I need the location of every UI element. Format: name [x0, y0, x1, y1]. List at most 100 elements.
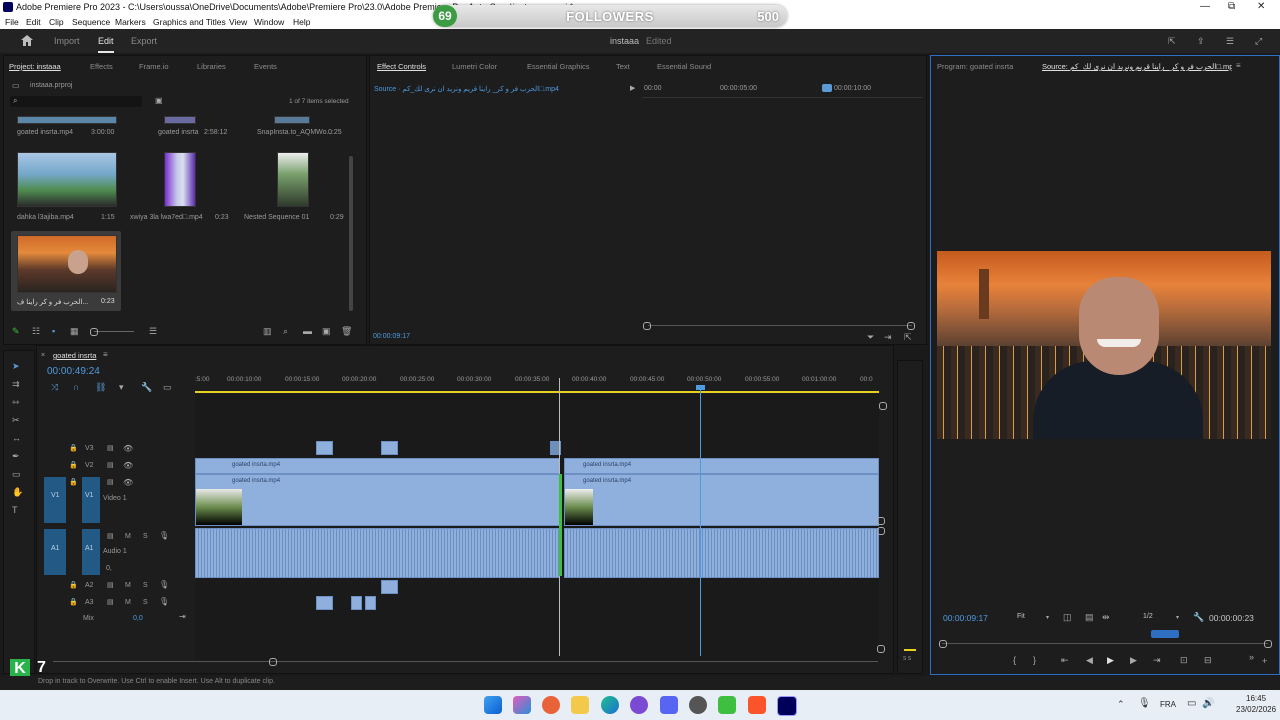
- tab-libraries[interactable]: Libraries: [197, 62, 226, 71]
- lock-icon[interactable]: 🔒: [69, 581, 78, 591]
- sync-icon[interactable]: ▤: [107, 444, 114, 454]
- item-name[interactable]: Nested Sequence 01: [244, 214, 309, 221]
- solo-button[interactable]: S: [143, 599, 148, 606]
- eye-icon[interactable]: 👁: [123, 461, 133, 471]
- zoom-handle[interactable]: [90, 328, 98, 336]
- menu-window[interactable]: Window: [254, 17, 284, 27]
- sync-icon[interactable]: ▤: [107, 532, 114, 542]
- hand-tool-icon[interactable]: ✋: [12, 487, 23, 497]
- sync-icon[interactable]: ▤: [107, 461, 114, 471]
- step-forward-icon[interactable]: ▶: [1130, 655, 1137, 665]
- sync-icon[interactable]: ▤: [107, 598, 114, 608]
- tab-lumetri-color[interactable]: Lumetri Color: [452, 62, 497, 71]
- zoom-slider[interactable]: [94, 331, 134, 332]
- tab-frameio[interactable]: Frame.io: [139, 62, 169, 71]
- step-back-icon[interactable]: ◀: [1086, 655, 1093, 665]
- wrench-icon[interactable]: 🔧: [1193, 612, 1204, 622]
- rectangle-tool-icon[interactable]: ▭: [12, 469, 21, 479]
- overwrite-button-icon[interactable]: ⊟: [1204, 655, 1212, 665]
- menu-edit[interactable]: Edit: [26, 17, 41, 27]
- scroll-handle[interactable]: [939, 640, 947, 648]
- mic-icon[interactable]: 🎙: [159, 597, 169, 607]
- timeline-timecode[interactable]: 00:00:49:24: [47, 366, 100, 377]
- scroll-handle[interactable]: [879, 402, 887, 410]
- v1-clip[interactable]: goated insrta.mp4: [195, 474, 560, 526]
- menu-graphics-titles[interactable]: Graphics and Titles: [153, 17, 226, 27]
- snap-icon[interactable]: ∩: [73, 382, 79, 392]
- clock-time[interactable]: 16:45: [1246, 694, 1266, 703]
- new-item-icon[interactable]: ▣: [322, 326, 331, 336]
- source-label[interactable]: Source · الحرب فر و كر_ راينا قريم ونريد…: [374, 85, 564, 93]
- add-icon[interactable]: +: [1262, 656, 1267, 666]
- mic-icon[interactable]: 🎙: [159, 580, 169, 590]
- resolution-dropdown[interactable]: 1/2: [1143, 613, 1153, 620]
- tab-effects[interactable]: Effects: [90, 62, 113, 71]
- language-indicator[interactable]: FRA: [1160, 700, 1176, 709]
- play-triangle-icon[interactable]: ▶: [630, 84, 635, 94]
- clip-thumbnail-xwiya[interactable]: [164, 152, 196, 207]
- item-name[interactable]: xwiya 3la lwa7ed□.mp4: [130, 214, 203, 221]
- start-icon[interactable]: [484, 696, 502, 714]
- edge-icon[interactable]: [601, 696, 619, 714]
- insert-button-icon[interactable]: ⊡: [1180, 655, 1188, 665]
- menu-sequence[interactable]: Sequence: [72, 17, 110, 27]
- sync-icon[interactable]: ▤: [107, 581, 114, 591]
- scroll-handle[interactable]: [877, 517, 885, 525]
- sort-icon[interactable]: ☰: [149, 326, 157, 336]
- automate-icon[interactable]: ▥: [263, 326, 272, 336]
- project-scrollbar[interactable]: [349, 156, 353, 311]
- track-area[interactable]: goated insrta.mp4 goated insrta.mp4 goat…: [195, 378, 885, 662]
- a3-clip[interactable]: [351, 596, 362, 610]
- chevron-down-icon[interactable]: ▾: [1046, 613, 1049, 623]
- v1-clip[interactable]: goated insrta.mp4: [564, 474, 879, 526]
- ec-timecode[interactable]: 00:00:09:17: [373, 333, 410, 340]
- play-icon[interactable]: ▶: [1107, 655, 1114, 665]
- menu-view[interactable]: View: [229, 17, 247, 27]
- add-marker-icon[interactable]: ▾: [119, 382, 124, 392]
- clip-thumbnail[interactable]: [17, 116, 117, 124]
- project-search-input[interactable]: ⌕: [10, 96, 142, 107]
- overwrite-icon[interactable]: ⇹: [1102, 612, 1110, 622]
- ec-scroll-handle[interactable]: [643, 322, 651, 330]
- tab-events[interactable]: Events: [254, 62, 277, 71]
- tab-project[interactable]: Project: instaaa: [9, 62, 61, 71]
- share-icon[interactable]: ⇪: [1197, 36, 1205, 46]
- workspaces-icon[interactable]: ☰: [1226, 36, 1234, 46]
- tab-edit[interactable]: Edit: [98, 36, 114, 46]
- tab-effect-controls[interactable]: Effect Controls: [377, 62, 426, 71]
- mix-end-icon[interactable]: ⇥: [179, 612, 186, 622]
- a1-target[interactable]: [82, 529, 100, 575]
- ec-playhead[interactable]: [822, 84, 832, 92]
- sync-icon[interactable]: ▤: [107, 478, 114, 488]
- recorder-icon[interactable]: [689, 696, 707, 714]
- source-playhead[interactable]: [1151, 630, 1179, 638]
- clock-date[interactable]: 23/02/2026: [1236, 705, 1276, 714]
- menu-help[interactable]: Help: [293, 17, 310, 27]
- a3-clip[interactable]: [365, 596, 376, 610]
- tab-essential-sound[interactable]: Essential Sound: [657, 62, 711, 71]
- expand-icon[interactable]: »: [1249, 652, 1254, 662]
- pen-tool-icon[interactable]: ✒: [12, 451, 20, 461]
- a2-clip[interactable]: [381, 580, 398, 594]
- mark-out-icon[interactable]: }: [1033, 655, 1036, 665]
- firefox-icon[interactable]: [542, 696, 560, 714]
- app-icon[interactable]: [630, 696, 648, 714]
- a1-clip[interactable]: [195, 528, 560, 578]
- tab-import[interactable]: Import: [54, 36, 80, 46]
- eye-icon[interactable]: 👁: [123, 478, 133, 488]
- minimize-button[interactable]: —: [1200, 1, 1210, 12]
- filter-icon[interactable]: ⏷: [867, 332, 874, 342]
- playhead-handle[interactable]: [696, 385, 705, 390]
- insert-icon[interactable]: ▤: [1085, 612, 1094, 622]
- file-explorer-icon[interactable]: [571, 696, 589, 714]
- icon-view-icon[interactable]: ▪: [52, 326, 55, 336]
- selection-tool-icon[interactable]: ➤: [12, 361, 20, 371]
- v3-clip[interactable]: [381, 441, 398, 455]
- a1-volume[interactable]: 0,: [106, 565, 112, 572]
- freeform-view-icon[interactable]: ▦: [70, 326, 79, 336]
- source-scrubber[interactable]: [942, 643, 1268, 644]
- mute-button[interactable]: M: [125, 533, 131, 540]
- v2-clip[interactable]: goated insrta.mp4: [195, 458, 560, 474]
- eye-icon[interactable]: 👁: [123, 444, 133, 454]
- timeline-hscroll[interactable]: [53, 661, 878, 662]
